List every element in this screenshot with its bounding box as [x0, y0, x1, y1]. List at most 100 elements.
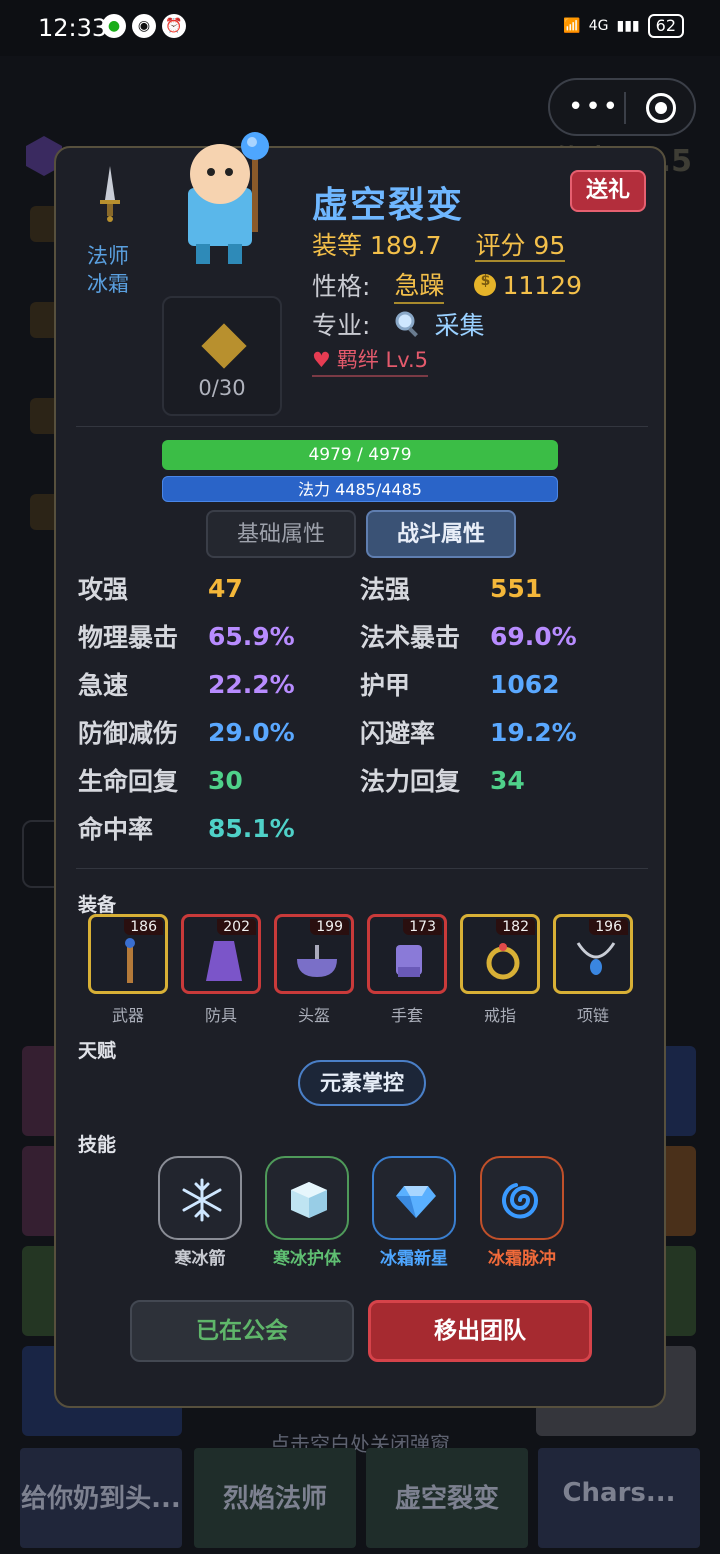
member-card[interactable]: Chars... [538, 1448, 700, 1548]
stat-value: 85.1% [208, 813, 295, 843]
robe-icon [206, 941, 242, 981]
skill-ice-barrier[interactable] [265, 1156, 349, 1240]
stat-value: 29.0% [208, 717, 295, 747]
skill-name: 冰霜新星 [380, 1249, 448, 1269]
divider [76, 868, 648, 869]
gift-button[interactable]: 送礼 [570, 170, 646, 212]
mp-bar: 法力 4485/4485 [162, 476, 558, 502]
equipment-level: 186 [124, 919, 163, 935]
equipment-weapon-slot[interactable]: 186 [88, 914, 168, 994]
character-avatar [188, 132, 269, 264]
character-detail-modal: 法师 冰霜 0/30 虚空裂变 送礼 装等 189.7 评分 95 性格: 急躁… [54, 132, 666, 1408]
helmet-icon [297, 945, 337, 977]
equipment-name: 防具 [204, 1006, 237, 1025]
member-card[interactable]: 给你奶到头... [20, 1448, 182, 1548]
character-name: 虚空裂变 [312, 185, 465, 226]
stat-label: 攻强 [78, 575, 129, 604]
magnifier-icon [395, 311, 419, 337]
fragment-box[interactable]: 0/30 [162, 296, 282, 416]
heart-icon: ♥ [312, 348, 331, 372]
class-name: 法师 [87, 244, 129, 268]
skill-name: 寒冰护体 [273, 1249, 341, 1269]
staff-icon [125, 938, 135, 983]
member-name: 烈焰法师 [222, 1484, 327, 1514]
member-name: 给你奶到头... [21, 1484, 181, 1514]
equipment-gloves-slot[interactable]: 173 [367, 914, 447, 994]
equipment-ring-slot[interactable]: 182 [460, 914, 540, 994]
status-time: 12:33 [38, 14, 108, 42]
skill-frostbolt[interactable] [158, 1156, 242, 1240]
gear-score-row: 装等 189.7 评分 95 [312, 226, 566, 262]
stat-haste: 急速 22.2% [78, 664, 295, 704]
personality-key: 性格: [312, 272, 371, 301]
stat-hp-regen: 生命回复 30 [78, 760, 243, 800]
stat-label: 法力回复 [360, 767, 461, 796]
stat-spell-crit: 法术暴击 69.0% [360, 616, 577, 656]
fragment-count: 0/30 [198, 376, 246, 400]
stat-attack-power: 攻强 47 [78, 568, 243, 608]
battery-indicator: 62 [647, 14, 684, 38]
member-card[interactable]: 烈焰法师 [194, 1448, 356, 1548]
remove-from-team-button[interactable]: 移出团队 [368, 1300, 592, 1362]
equipment-section-label: 装备 [78, 894, 117, 916]
bond-level[interactable]: ♥ 羁绊 Lv.5 [312, 344, 429, 377]
tab-basic-attributes[interactable]: 基础属性 [206, 510, 356, 558]
stat-label: 护甲 [360, 671, 411, 700]
status-bar: 12:33 ● ◉ ⏰ 📶 4G ▮▮▮ 62 [0, 0, 720, 56]
stat-damage-reduction: 防御减伤 29.0% [78, 712, 295, 752]
profession-value: 采集 [434, 311, 485, 340]
stat-armor: 护甲 1062 [360, 664, 560, 704]
coin-icon [474, 273, 497, 296]
stat-label: 闪避率 [360, 719, 436, 748]
talent-section-label: 天赋 [78, 1040, 117, 1062]
skill-name: 冰霜脉冲 [488, 1249, 556, 1269]
skill-frost-pulse[interactable] [480, 1156, 564, 1240]
stat-value: 22.2% [208, 669, 295, 699]
status-right: 📶 4G ▮▮▮ 62 [563, 14, 684, 38]
stat-value: 551 [490, 573, 543, 603]
equipment-level: 199 [310, 919, 349, 935]
necklace-icon [576, 942, 616, 975]
gear-score: 装等 189.7 [312, 231, 442, 260]
personality-value[interactable]: 急躁 [394, 266, 445, 304]
divider [76, 426, 648, 427]
equipment-armor-slot[interactable]: 202 [181, 914, 261, 994]
wifi-icon: 📶 [563, 18, 581, 34]
member-card[interactable]: 虚空裂变 [366, 1448, 528, 1548]
bond-label: 羁绊 Lv.5 [336, 348, 429, 372]
stat-value: 34 [490, 765, 525, 795]
talent-badge[interactable]: 元素掌控 [298, 1060, 426, 1106]
gold-amount: 11129 [502, 270, 582, 300]
equipment-name: 头盔 [297, 1006, 330, 1025]
stat-value: 1062 [490, 669, 560, 699]
ice-cube-icon [291, 1182, 327, 1218]
diamond-icon [396, 1186, 436, 1218]
skills-section-label: 技能 [78, 1134, 117, 1156]
signal-icon: ▮▮▮ [616, 18, 640, 34]
equipment-name: 武器 [111, 1006, 144, 1025]
stat-label: 物理暴击 [78, 623, 179, 652]
equipment-name: 戒指 [483, 1006, 516, 1025]
wechat-icon: ● [102, 14, 126, 38]
spec-name: 冰霜 [87, 272, 129, 296]
equipment-helmet-slot[interactable]: 199 [274, 914, 354, 994]
ring-icon [486, 943, 520, 980]
stat-value: 30 [208, 765, 243, 795]
stat-spell-power: 法强 551 [360, 568, 542, 608]
stat-value: 47 [208, 573, 243, 603]
skill-frost-nova[interactable] [372, 1156, 456, 1240]
profession-key: 专业: [312, 311, 371, 340]
in-guild-button[interactable]: 已在公会 [130, 1300, 354, 1362]
equipment-level: 196 [589, 919, 628, 935]
equipment-necklace-slot[interactable]: 196 [553, 914, 633, 994]
stat-phys-crit: 物理暴击 65.9% [78, 616, 295, 656]
stat-value: 19.2% [490, 717, 577, 747]
alarm-icon: ⏰ [162, 14, 186, 38]
swirl-icon [502, 1183, 539, 1219]
rating-score[interactable]: 评分 95 [475, 231, 566, 262]
class-label: 法师 冰霜 [76, 242, 140, 298]
equipment-name: 项链 [576, 1006, 609, 1025]
skill-name: 寒冰箭 [174, 1249, 226, 1269]
tab-combat-attributes[interactable]: 战斗属性 [366, 510, 516, 558]
stat-label: 法术暴击 [360, 623, 461, 652]
